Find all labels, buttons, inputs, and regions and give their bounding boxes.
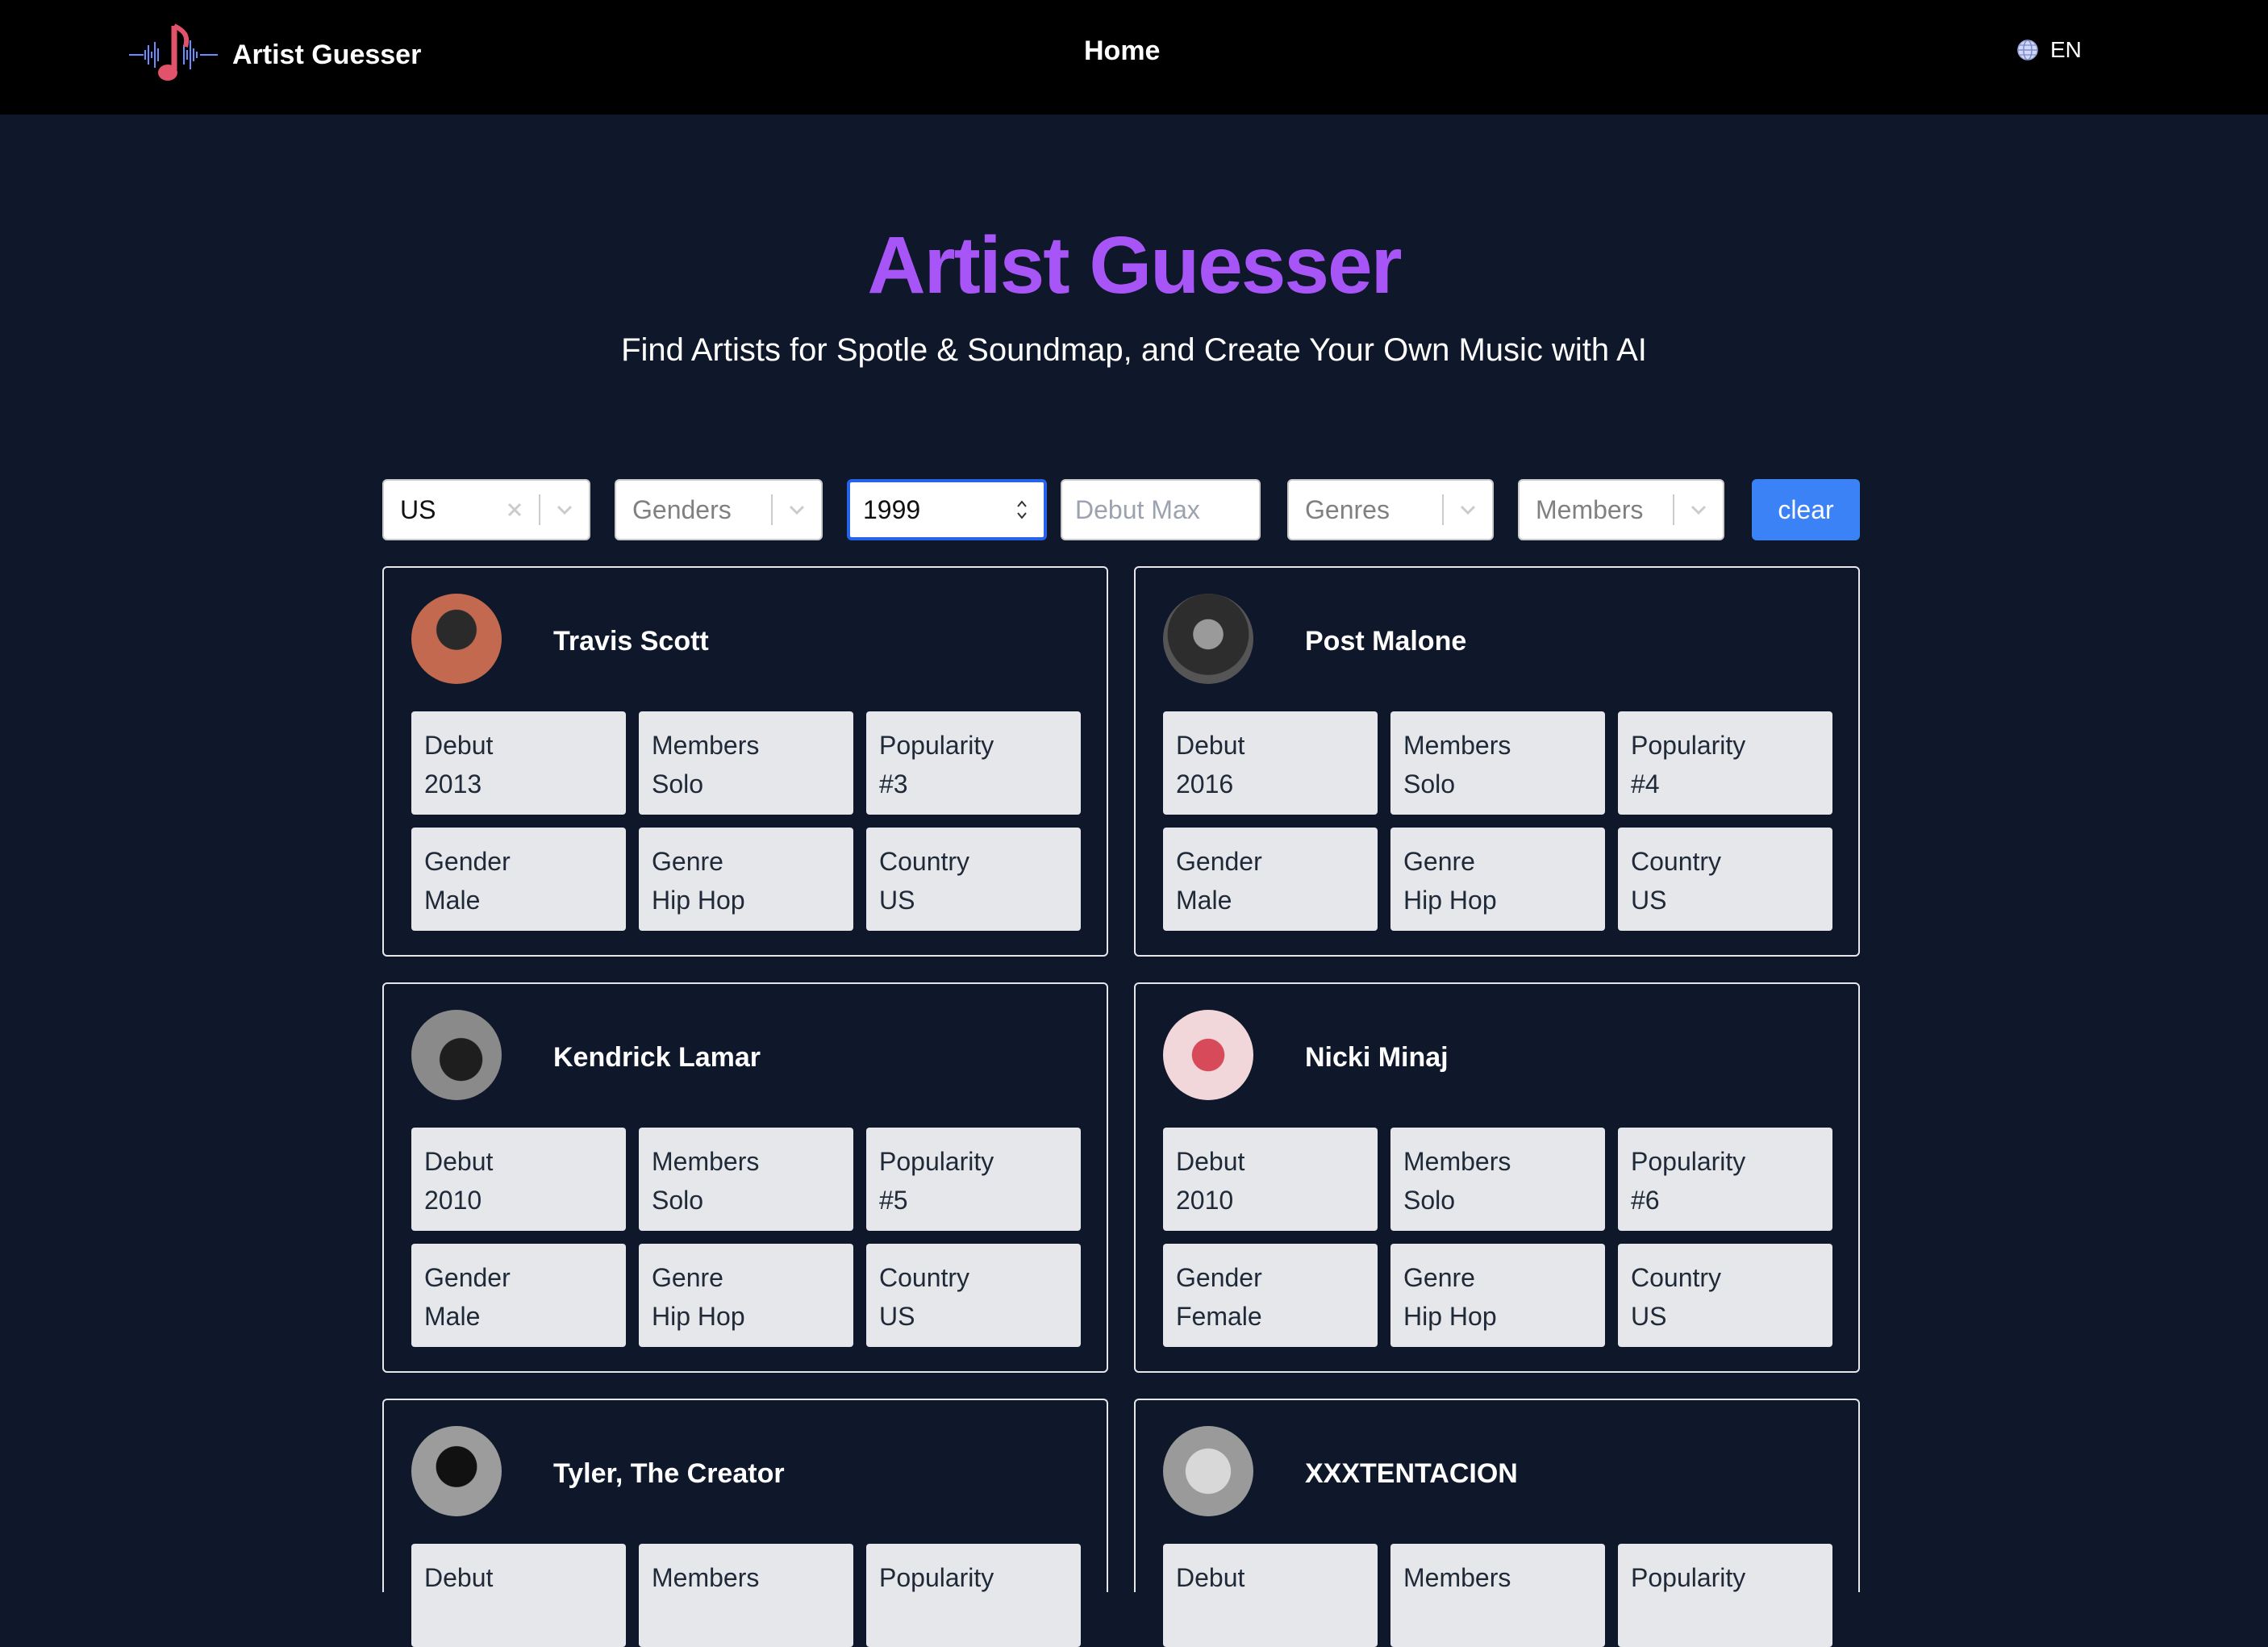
debut-tile: Debut: [411, 1544, 626, 1647]
gender-tile: Gender Male: [411, 1244, 626, 1347]
gender-tile: Gender Female: [1163, 1244, 1378, 1347]
avatar: [411, 1010, 502, 1100]
genders-select[interactable]: Genders: [615, 479, 823, 540]
genre-tile: Genre Hip Hop: [1390, 828, 1605, 931]
page-subtitle: Find Artists for Spotle & Soundmap, and …: [621, 332, 1647, 368]
artist-card[interactable]: XXXTENTACION Debut Members Popularity: [1134, 1399, 1860, 1647]
artist-name: Nicki Minaj: [1305, 1042, 1449, 1073]
debut-tile: Debut 2010: [1163, 1128, 1378, 1231]
avatar: [411, 1426, 502, 1516]
chevron-down-icon[interactable]: [773, 479, 821, 540]
chevron-down-icon[interactable]: [1674, 479, 1723, 540]
members-tile: Members Solo: [639, 1128, 853, 1231]
members-tile: Members Solo: [1390, 711, 1605, 815]
members-tile: Members: [1390, 1544, 1605, 1647]
popularity-tile: Popularity #5: [866, 1128, 1081, 1231]
debut-max-input[interactable]: Debut Max: [1061, 479, 1261, 540]
artist-card[interactable]: Travis Scott Debut 2013 Members Solo Popul…: [382, 566, 1108, 957]
debut-min-input[interactable]: 1999: [847, 479, 1047, 540]
globe-icon: [2017, 40, 2038, 60]
language-label: EN: [2050, 37, 2082, 62]
debut-tile: Debut 2010: [411, 1128, 626, 1231]
artist-card[interactable]: Kendrick Lamar Debut 2010 Members Solo Pop…: [382, 982, 1108, 1373]
language-selector[interactable]: EN: [2016, 37, 2082, 63]
artist-name: XXXTENTACION: [1305, 1458, 1518, 1489]
members-select[interactable]: Members: [1518, 479, 1724, 540]
debut-tile: Debut: [1163, 1544, 1378, 1647]
brand[interactable]: Artist Guesser: [127, 21, 421, 89]
genres-select[interactable]: Genres: [1287, 479, 1494, 540]
popularity-tile: Popularity #6: [1618, 1128, 1832, 1231]
members-tile: Members Solo: [1390, 1128, 1605, 1231]
members-tile: Members: [639, 1544, 853, 1647]
artist-name: Travis Scott: [553, 626, 709, 657]
page-title: Artist Guesser: [867, 220, 1402, 311]
clear-x-icon[interactable]: [490, 479, 539, 540]
country-tile: Country US: [866, 1244, 1081, 1347]
clear-button[interactable]: clear: [1752, 479, 1860, 540]
country-tile: Country US: [866, 828, 1081, 931]
stepper-up-icon[interactable]: [1015, 498, 1029, 510]
artist-name: Post Malone: [1305, 626, 1467, 657]
avatar: [1163, 1010, 1253, 1100]
debut-max-placeholder: Debut Max: [1075, 494, 1200, 524]
country-tile: Country US: [1618, 1244, 1832, 1347]
artist-card[interactable]: Nicki Minaj Debut 2010 Members Solo Popula…: [1134, 982, 1860, 1373]
debut-tile: Debut 2013: [411, 711, 626, 815]
popularity-tile: Popularity: [1618, 1544, 1832, 1647]
genre-tile: Genre Hip Hop: [639, 1244, 853, 1347]
avatar: [1163, 1426, 1253, 1516]
artist-name: Tyler, The Creator: [553, 1458, 785, 1489]
genders-placeholder: Genders: [632, 494, 732, 524]
country-select-value: US: [400, 494, 436, 524]
members-tile: Members Solo: [639, 711, 853, 815]
country-tile: Country US: [1618, 828, 1832, 931]
gender-tile: Gender Male: [411, 828, 626, 931]
genre-tile: Genre Hip Hop: [1390, 1244, 1605, 1347]
filter-bar: US Genders 1999 Debut Max Genres Members…: [0, 479, 2268, 540]
popularity-tile: Popularity #4: [1618, 711, 1832, 815]
nav-home-link[interactable]: Home: [1084, 35, 1160, 67]
debut-tile: Debut 2016: [1163, 711, 1378, 815]
genre-tile: Genre Hip Hop: [639, 828, 853, 931]
members-placeholder: Members: [1536, 494, 1644, 524]
number-stepper[interactable]: [1010, 490, 1034, 530]
avatar: [411, 594, 502, 684]
stepper-down-icon[interactable]: [1015, 510, 1029, 521]
gender-tile: Gender Male: [1163, 828, 1378, 931]
chevron-down-icon[interactable]: [1444, 479, 1492, 540]
debut-min-value: 1999: [863, 494, 921, 524]
brand-name: Artist Guesser: [232, 39, 422, 70]
chevron-down-icon[interactable]: [540, 479, 589, 540]
navbar: Artist Guesser Home EN: [0, 0, 2268, 115]
artist-card[interactable]: Tyler, The Creator Debut Members Popular…: [382, 1399, 1108, 1647]
popularity-tile: Popularity: [866, 1544, 1081, 1647]
genres-placeholder: Genres: [1305, 494, 1390, 524]
popularity-tile: Popularity #3: [866, 711, 1081, 815]
avatar: [1163, 594, 1253, 684]
artist-card[interactable]: Post Malone Debut 2016 Members Solo Popula…: [1134, 566, 1860, 957]
music-note-logo-icon: [129, 23, 218, 81]
artist-name: Kendrick Lamar: [553, 1042, 761, 1073]
country-select[interactable]: US: [382, 479, 590, 540]
